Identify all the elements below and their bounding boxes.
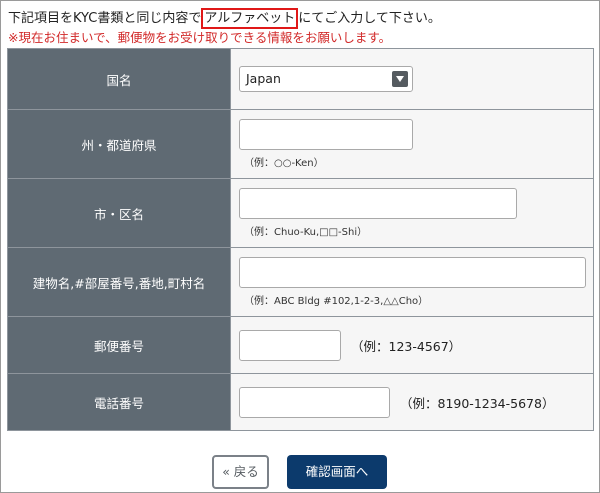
country-select[interactable]: Japan xyxy=(239,66,413,92)
country-cell: Japan xyxy=(230,48,594,110)
instruction-line: 下記項目をKYC書類と同じ内容で アルファベット にてご入力して下さい。 xyxy=(8,8,593,29)
row-country: 国名 Japan xyxy=(7,48,594,110)
instructions: 下記項目をKYC書類と同じ内容で アルファベット にてご入力して下さい。 ※現在お住… xyxy=(8,8,593,47)
notice-text: ※現在お住まいで、郵便物をお受け取りできる情報をお願いします。 xyxy=(8,30,392,45)
row-city: 市・区名 （例：Chuo-Ku,□□-Shi） xyxy=(7,178,594,248)
confirm-button[interactable]: 確認画面へ xyxy=(287,455,387,489)
zip-input[interactable] xyxy=(239,329,341,361)
state-cell: （例：○○-Ken） xyxy=(230,109,594,179)
country-label: 国名 xyxy=(7,48,231,110)
tel-input[interactable] xyxy=(239,386,390,418)
row-address: 建物名,#部屋番号,番地,町村名 （例：ABC Bldg #102,1-2-3,… xyxy=(7,247,594,317)
city-label: 市・区名 xyxy=(7,178,231,248)
zip-hint: （例：123-4567） xyxy=(351,338,462,354)
tel-group: （例：8190-1234-5678） xyxy=(239,386,593,418)
tel-label: 電話番号 xyxy=(7,373,231,431)
city-cell: （例：Chuo-Ku,□□-Shi） xyxy=(230,178,594,248)
row-state: 州・都道府県 （例：○○-Ken） xyxy=(7,109,594,179)
state-label: 州・都道府県 xyxy=(7,109,231,179)
country-selected-value: Japan xyxy=(246,71,281,86)
zip-cell: （例：123-4567） xyxy=(230,316,594,374)
instruction-text-before: 下記項目をKYC書類と同じ内容で xyxy=(8,11,202,26)
city-hint: （例：Chuo-Ku,□□-Shi） xyxy=(244,227,368,238)
address-hint: （例：ABC Bldg #102,1-2-3,△△Cho） xyxy=(244,296,429,307)
address-form-table: 国名 Japan 州・都道府県 （例：○○-Ken） 市・区名 （例：Chuo-… xyxy=(7,48,594,431)
alphabet-highlight: アルファベット xyxy=(201,8,299,29)
state-hint: （例：○○-Ken） xyxy=(244,158,324,169)
zip-label: 郵便番号 xyxy=(7,316,231,374)
address-cell: （例：ABC Bldg #102,1-2-3,△△Cho） xyxy=(230,247,594,317)
address-label: 建物名,#部屋番号,番地,町村名 xyxy=(7,247,231,317)
back-button[interactable]: « 戻る xyxy=(212,455,269,489)
tel-hint: （例：8190-1234-5678） xyxy=(400,395,555,411)
city-input[interactable] xyxy=(239,188,517,219)
tel-cell: （例：8190-1234-5678） xyxy=(230,373,594,431)
row-zip: 郵便番号 （例：123-4567） xyxy=(7,316,594,374)
address-form-panel: 下記項目をKYC書類と同じ内容で アルファベット にてご入力して下さい。 ※現在お住… xyxy=(0,0,600,493)
row-tel: 電話番号 （例：8190-1234-5678） xyxy=(7,373,594,431)
chevron-down-icon[interactable] xyxy=(392,71,408,87)
instruction-text-after: にてご入力して下さい。 xyxy=(298,11,441,26)
address-input[interactable] xyxy=(239,257,586,288)
zip-group: （例：123-4567） xyxy=(239,329,593,361)
state-input[interactable] xyxy=(239,119,413,150)
